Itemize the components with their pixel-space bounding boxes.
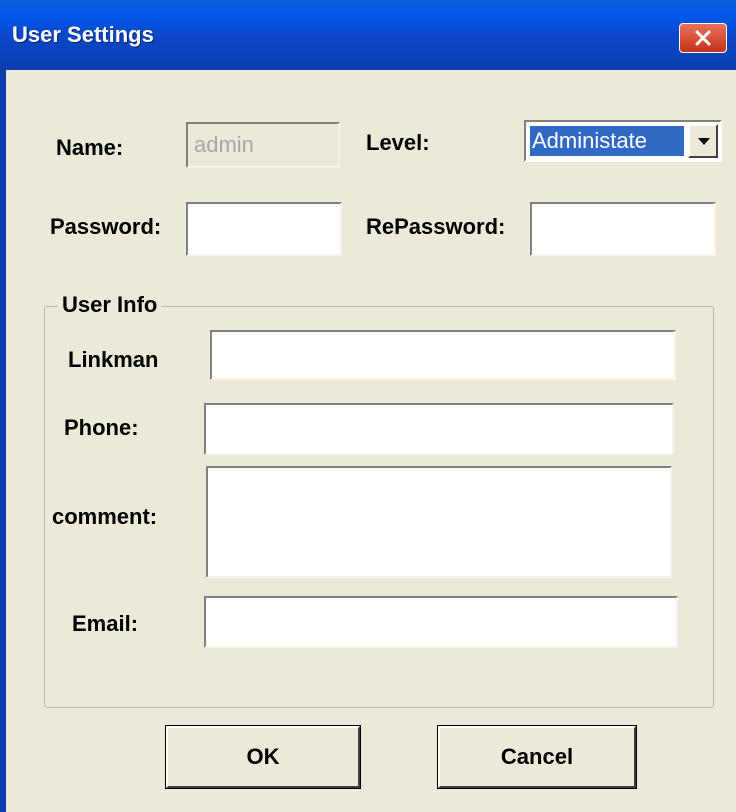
phone-label: Phone: (64, 415, 139, 440)
repassword-field[interactable] (530, 202, 716, 256)
password-label: Password: (50, 214, 162, 239)
repassword-label: RePassword: (366, 214, 506, 239)
cancel-button[interactable]: Cancel (437, 725, 637, 789)
name-label: Name: (56, 135, 124, 160)
name-field: admin (186, 122, 340, 168)
email-label: Email: (72, 611, 139, 636)
close-icon (695, 30, 711, 46)
password-field[interactable] (186, 202, 342, 256)
user-info-legend: User Info (58, 292, 162, 318)
title-bar[interactable]: User Settings (0, 0, 736, 70)
email-field[interactable] (204, 596, 678, 648)
window-title: User Settings (12, 22, 154, 47)
linkman-label: Linkman (68, 347, 159, 372)
chevron-down-icon (698, 138, 710, 145)
comment-label: comment: (52, 504, 158, 529)
comment-textarea[interactable] (206, 466, 672, 578)
close-button[interactable] (679, 23, 727, 53)
level-dropdown-button[interactable] (688, 124, 718, 158)
level-label: Level: (366, 130, 430, 155)
name-value: admin (194, 132, 254, 157)
level-selected-value: Administate (530, 126, 684, 156)
linkman-field[interactable] (210, 330, 676, 380)
phone-field[interactable] (204, 403, 674, 455)
level-select[interactable]: Administate (524, 120, 722, 162)
ok-button[interactable]: OK (165, 725, 361, 789)
